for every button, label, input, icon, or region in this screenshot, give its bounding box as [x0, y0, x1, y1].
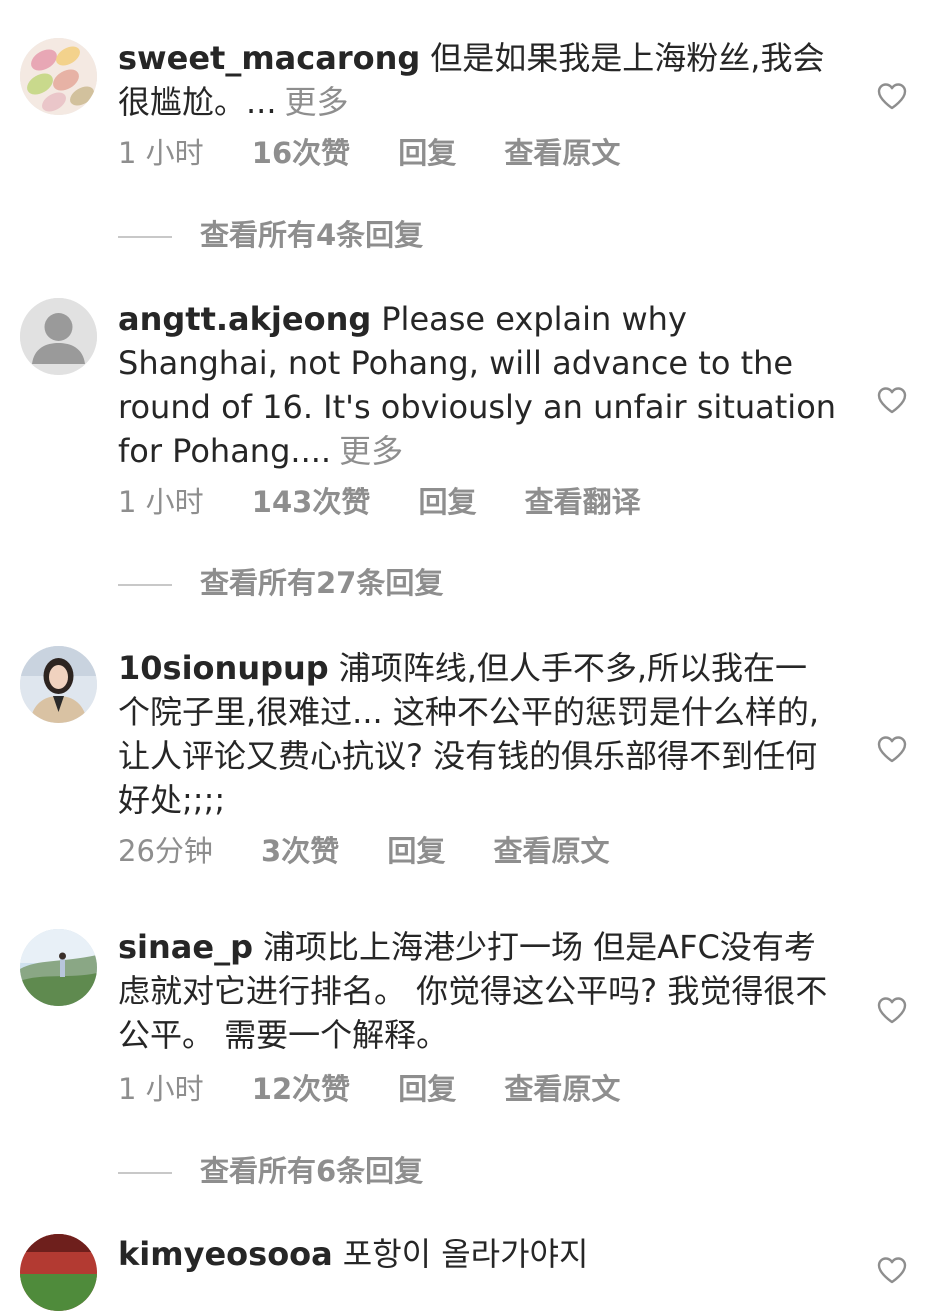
view-replies-label: 查看所有4条回复 [200, 218, 424, 252]
avatar[interactable] [20, 929, 97, 1006]
reply-button[interactable]: 回复 [387, 831, 445, 871]
username[interactable]: 10sionupup [118, 649, 329, 687]
username[interactable]: sweet_macarong [118, 39, 420, 77]
more-link[interactable]: 更多 [285, 83, 349, 121]
reply-button[interactable]: 回复 [398, 133, 456, 173]
landscape-photo-avatar [20, 929, 97, 1006]
see-translation-button[interactable]: 查看翻译 [525, 482, 641, 522]
comment-meta: 1 小时 143次赞 回复 查看翻译 [118, 482, 679, 522]
timestamp: 1 小时 [118, 485, 204, 519]
like-heart-icon[interactable] [877, 386, 907, 414]
avatar[interactable] [20, 646, 97, 723]
avatar[interactable] [20, 38, 97, 115]
comment-meta: 1 小时 16次赞 回复 查看原文 [118, 133, 658, 173]
comment-meta: 26分钟 3次赞 回复 查看原文 [118, 831, 647, 871]
like-heart-icon[interactable] [877, 735, 907, 763]
view-replies-label: 查看所有27条回复 [200, 566, 444, 600]
divider-line [118, 236, 172, 238]
likes-count[interactable]: 143次赞 [252, 482, 371, 522]
timestamp: 1 小时 [118, 136, 204, 170]
woman-portrait-avatar [20, 646, 97, 723]
see-original-button[interactable]: 查看原文 [493, 831, 609, 871]
username[interactable]: kimyeosooa [118, 1235, 333, 1273]
more-link[interactable]: 更多 [339, 432, 403, 470]
likes-count[interactable]: 12次赞 [252, 1069, 350, 1109]
reply-button[interactable]: 回复 [418, 482, 476, 522]
macaron-photo-avatar [20, 38, 97, 115]
see-original-button[interactable]: 查看原文 [504, 133, 620, 173]
like-heart-icon[interactable] [877, 82, 907, 110]
avatar[interactable] [20, 298, 97, 375]
username[interactable]: angtt.akjeong [118, 300, 371, 338]
divider-line [118, 1172, 172, 1174]
likes-count[interactable]: 16次赞 [252, 133, 350, 173]
reply-button[interactable]: 回复 [398, 1069, 456, 1109]
like-heart-icon[interactable] [877, 1256, 907, 1284]
likes-count[interactable]: 3次赞 [261, 831, 339, 871]
comment-text: 포항이 올라가야지 [342, 1235, 589, 1273]
like-heart-icon[interactable] [877, 996, 907, 1024]
divider-line [118, 584, 172, 586]
view-replies-link[interactable]: 查看所有6条回复 [118, 1151, 423, 1191]
default-person-avatar [20, 298, 97, 375]
timestamp: 26分钟 [118, 834, 213, 868]
view-replies-link[interactable]: 查看所有4条回复 [118, 215, 423, 255]
comment-meta: 1 小时 12次赞 回复 查看原文 [118, 1069, 658, 1109]
timestamp: 1 小时 [118, 1072, 204, 1106]
view-replies-label: 查看所有6条回复 [200, 1154, 424, 1188]
see-original-button[interactable]: 查看原文 [504, 1069, 620, 1109]
view-replies-link[interactable]: 查看所有27条回复 [118, 563, 443, 603]
username[interactable]: sinae_p [118, 928, 253, 966]
